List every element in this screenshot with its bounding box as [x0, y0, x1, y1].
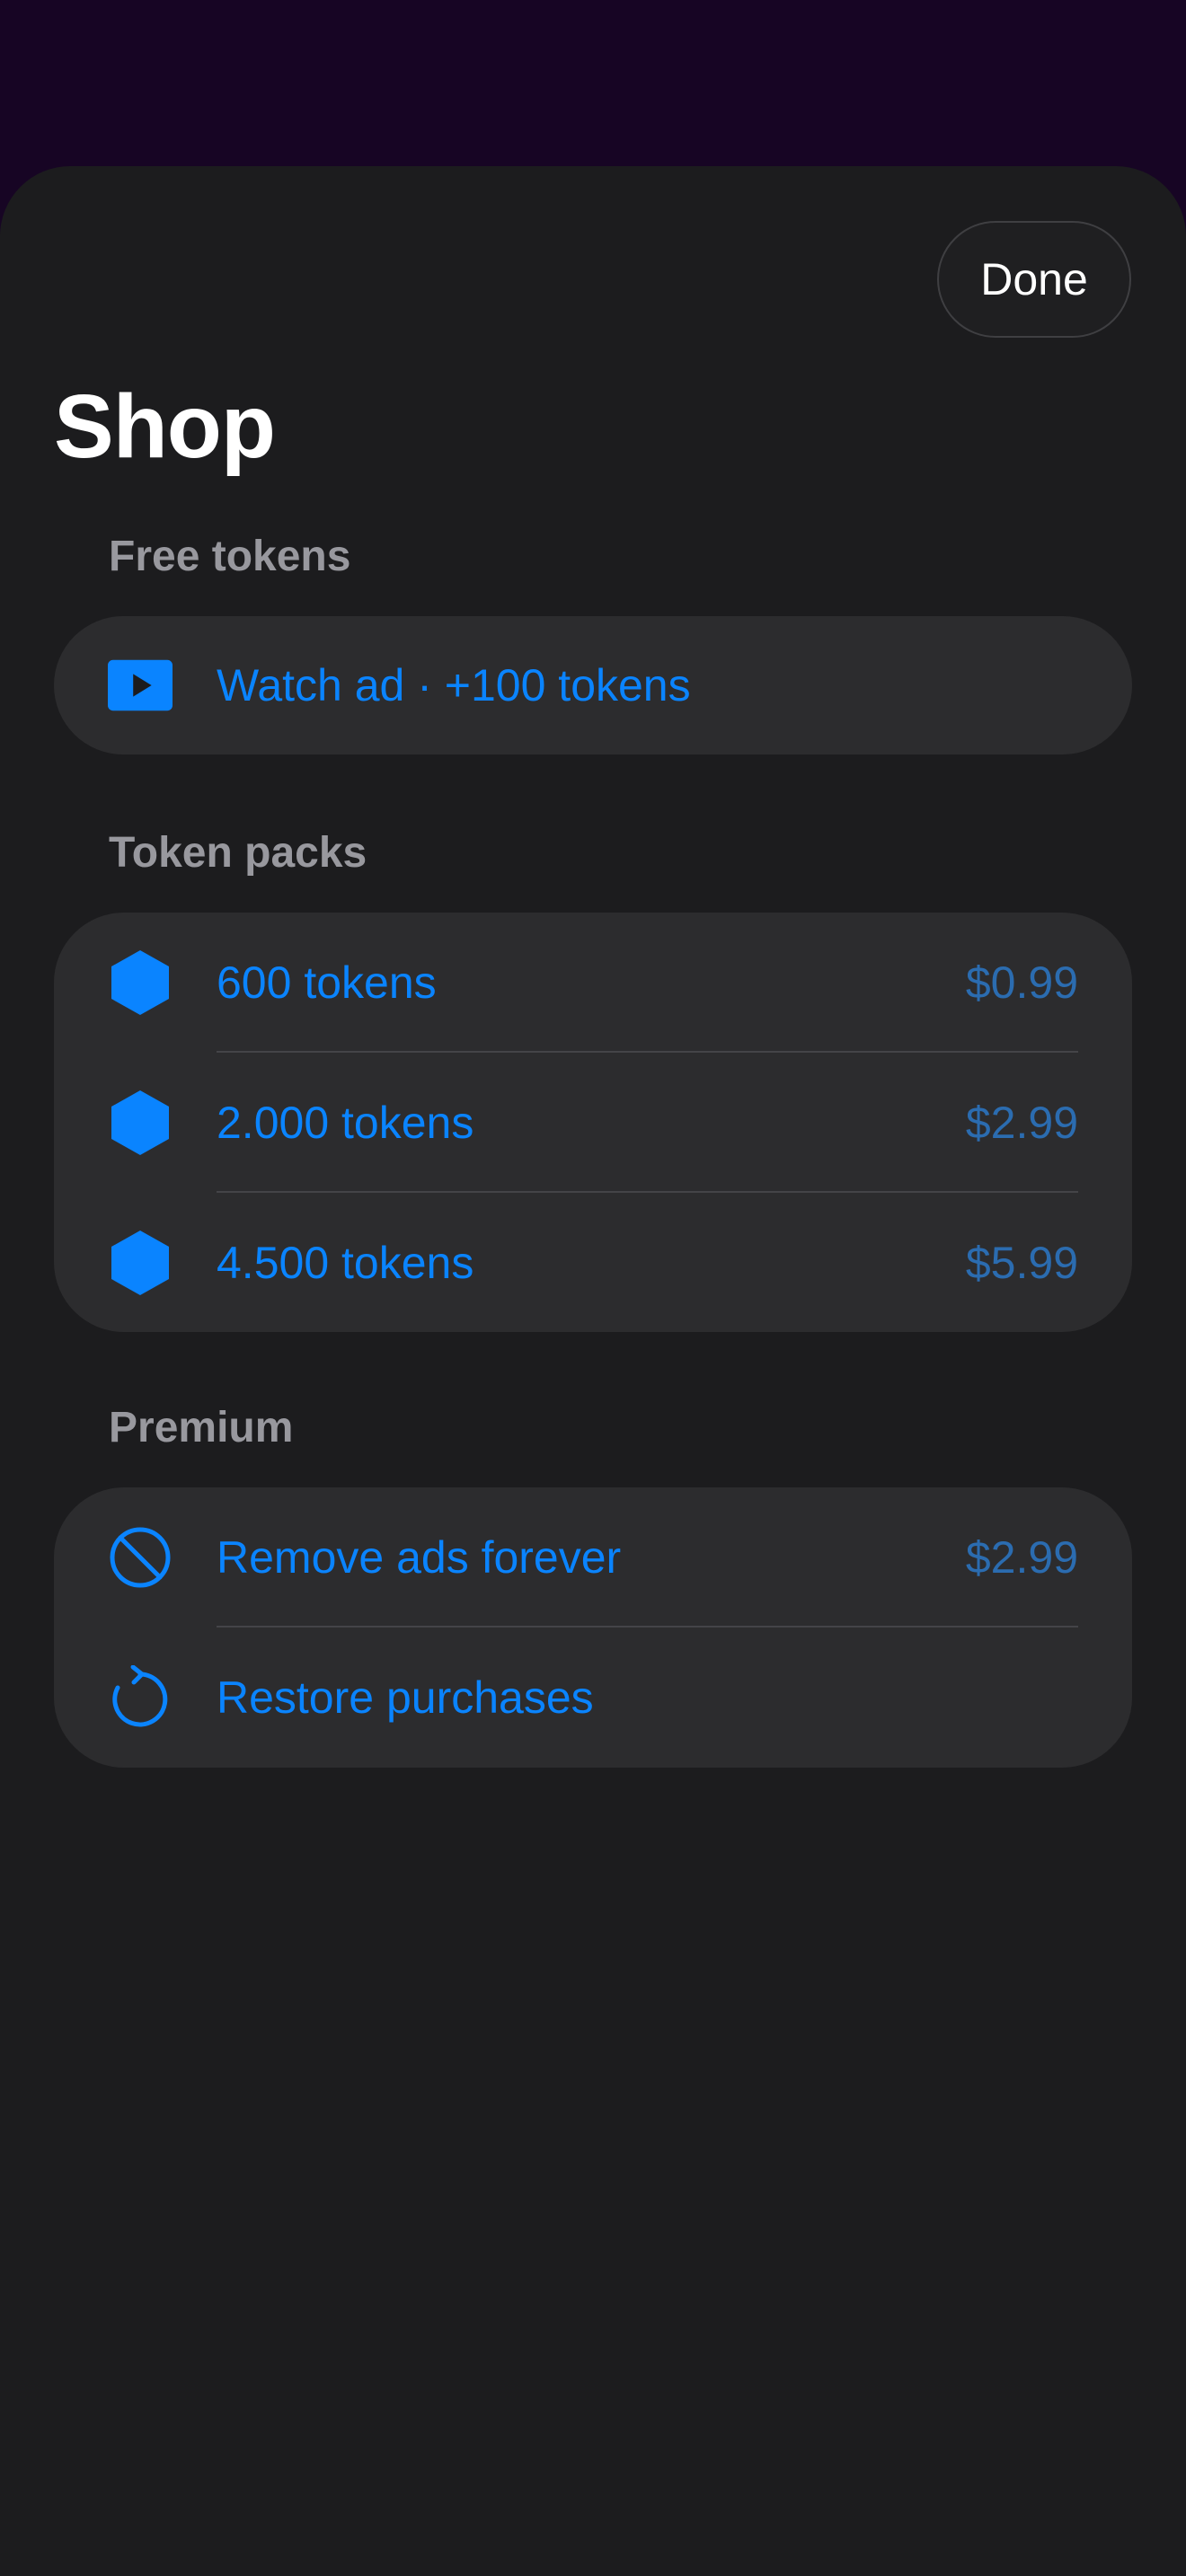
token-pack-label: 600 tokens [217, 957, 437, 1008]
hexagon-icon [108, 1231, 173, 1295]
restore-purchases-row[interactable]: Restore purchases [54, 1628, 1132, 1768]
free-tokens-group: Watch ad · +100 tokens [54, 616, 1132, 754]
watch-ad-row[interactable]: Watch ad · +100 tokens [54, 616, 1132, 754]
prohibited-icon [108, 1525, 173, 1590]
shop-sheet: Done Shop Free tokens Watch ad · +100 to… [0, 166, 1186, 2576]
token-pack-label: 4.500 tokens [217, 1238, 474, 1288]
token-pack-price: $0.99 [965, 957, 1078, 1008]
restore-purchases-label: Restore purchases [217, 1672, 594, 1723]
token-pack-price: $2.99 [965, 1098, 1078, 1148]
token-pack-row-4500[interactable]: 4.500 tokens $5.99 [54, 1193, 1132, 1332]
token-pack-row-600[interactable]: 600 tokens $0.99 [54, 913, 1132, 1053]
play-rectangle-icon [108, 653, 173, 718]
token-pack-label: 2.000 tokens [217, 1098, 474, 1148]
token-pack-row-2000[interactable]: 2.000 tokens $2.99 [54, 1053, 1132, 1193]
section-header-free-tokens: Free tokens [109, 533, 351, 580]
token-pack-price: $5.99 [965, 1238, 1078, 1288]
remove-ads-label: Remove ads forever [217, 1532, 622, 1583]
remove-ads-price: $2.99 [965, 1532, 1078, 1583]
premium-group: Remove ads forever $2.99 Restore purchas… [54, 1487, 1132, 1768]
done-button[interactable]: Done [937, 221, 1131, 338]
token-packs-group: 600 tokens $0.99 2.000 tokens $2.99 4.50… [54, 913, 1132, 1332]
watch-ad-label: Watch ad · +100 tokens [217, 660, 691, 710]
section-header-token-packs: Token packs [109, 829, 367, 877]
section-header-premium: Premium [109, 1404, 294, 1451]
page-title: Shop [54, 376, 276, 477]
hexagon-icon [108, 950, 173, 1015]
hexagon-icon [108, 1090, 173, 1155]
restore-arrow-icon [108, 1665, 173, 1730]
remove-ads-row[interactable]: Remove ads forever $2.99 [54, 1487, 1132, 1628]
